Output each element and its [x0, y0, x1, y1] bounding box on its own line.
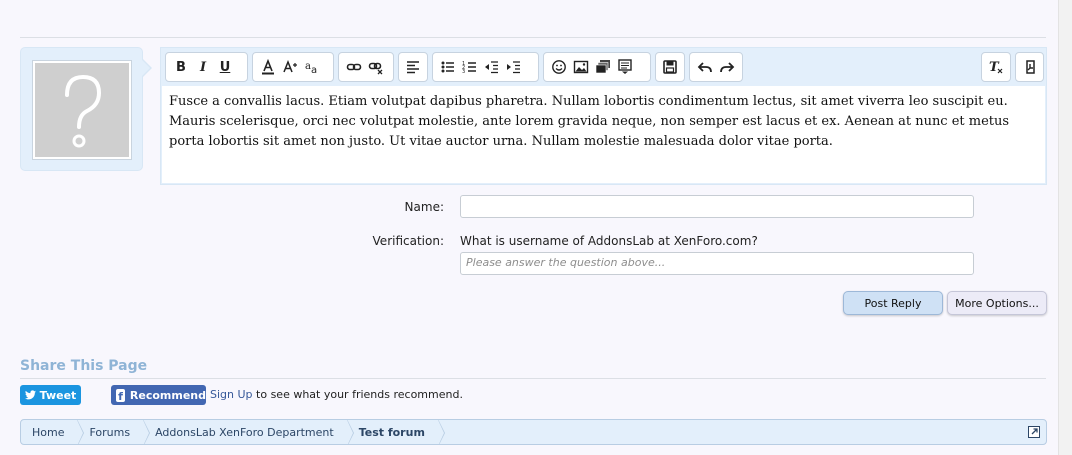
numbered-list-icon[interactable]: 123 [459, 56, 481, 78]
verification-question: What is username of AddonsLab at XenForo… [460, 234, 758, 248]
recommend-label: Recommend [129, 388, 206, 402]
rich-text-editor: B I U aa 1 2 3 T Fusce a convallis lacus… [160, 47, 1047, 185]
insert-group [543, 52, 651, 82]
history-group [689, 52, 743, 82]
facebook-social-text: Sign Up to see what your friends recomme… [210, 388, 463, 401]
font-size-icon[interactable] [279, 56, 301, 78]
share-title: Share This Page [20, 358, 148, 374]
default-avatar-icon [35, 63, 129, 157]
facebook-icon: f [116, 388, 125, 402]
image-icon[interactable] [570, 56, 592, 78]
breadcrumb: Home Forums AddonsLab XenForo Department… [20, 419, 1047, 445]
link-icon[interactable] [343, 56, 365, 78]
editor-content[interactable]: Fusce a convallis lacus. Etiam volutpat … [169, 92, 1032, 152]
tweet-label: Tweet [39, 388, 77, 402]
unlink-icon[interactable] [365, 56, 387, 78]
name-label: Name: [404, 200, 444, 214]
share-divider [20, 378, 1046, 379]
breadcrumb-forums[interactable]: Forums [78, 420, 150, 444]
avatar-panel [20, 47, 143, 171]
redo-icon[interactable] [716, 56, 738, 78]
smilie-icon[interactable] [548, 56, 570, 78]
align-group [398, 52, 428, 82]
underline-icon[interactable]: U [214, 56, 236, 78]
svg-text:a: a [311, 65, 317, 75]
indent-icon[interactable] [503, 56, 525, 78]
remove-format-icon[interactable]: T [986, 56, 1006, 78]
breadcrumb-department[interactable]: AddonsLab XenForo Department [144, 420, 354, 444]
undo-icon[interactable] [694, 56, 716, 78]
breadcrumb-home[interactable]: Home [21, 420, 86, 444]
editor-toolbar: B I U aa 1 2 3 T [165, 52, 1044, 82]
bbcode-group [1015, 52, 1044, 82]
italic-icon[interactable]: I [192, 56, 214, 78]
underline-label: U [219, 59, 231, 75]
insert-more-icon[interactable] [614, 56, 636, 78]
save-draft-icon[interactable] [660, 56, 680, 78]
font-group: aa [252, 52, 334, 82]
name-field[interactable] [460, 195, 974, 218]
jump-to-icon[interactable] [1028, 426, 1040, 438]
outdent-icon[interactable] [481, 56, 503, 78]
tweet-button[interactable]: Tweet [20, 385, 81, 405]
more-options-button[interactable]: More Options... [947, 291, 1047, 315]
breadcrumb-current-forum[interactable]: Test forum [348, 420, 446, 444]
bold-label: B [176, 59, 186, 75]
svg-text:3: 3 [462, 69, 465, 75]
italic-label: I [199, 59, 207, 75]
bullet-list-icon[interactable] [437, 56, 459, 78]
window-edge [1058, 0, 1072, 455]
link-group [338, 52, 394, 82]
post-reply-button[interactable]: Post Reply [843, 291, 943, 315]
twitter-icon [24, 390, 36, 400]
align-icon[interactable] [403, 56, 423, 78]
verification-answer-field[interactable]: Please answer the question above... [460, 252, 974, 275]
list-group: 123 [432, 52, 539, 82]
avatar[interactable] [32, 60, 132, 160]
verification-label: Verification: [372, 234, 444, 248]
text-color-icon[interactable] [257, 56, 279, 78]
remove-format-group: T [981, 52, 1011, 82]
signup-link[interactable]: Sign Up [210, 388, 253, 401]
draft-group [655, 52, 685, 82]
signup-rest: to see what your friends recommend. [252, 388, 463, 401]
top-divider [20, 37, 1046, 38]
toggle-bbcode-icon[interactable] [1020, 56, 1039, 78]
bold-icon[interactable]: B [170, 56, 192, 78]
media-icon[interactable] [592, 56, 614, 78]
font-family-icon[interactable]: aa [301, 56, 323, 78]
format-group: B I U [165, 52, 248, 82]
recommend-button[interactable]: f Recommend [111, 385, 206, 405]
